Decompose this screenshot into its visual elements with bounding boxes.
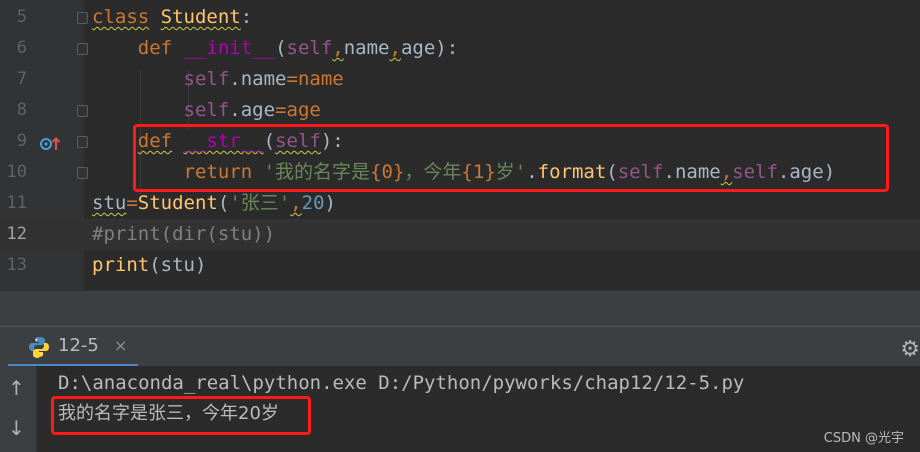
self-ref: self [183, 68, 230, 90]
fold-marker[interactable] [77, 12, 88, 24]
override-method-icon[interactable] [40, 137, 62, 151]
highlight-box-output [51, 396, 311, 435]
param: name [343, 37, 390, 59]
line-number: 12 [6, 224, 27, 244]
line-number: 13 [6, 255, 27, 275]
param: age [400, 37, 436, 59]
equals: = [126, 192, 138, 214]
paren: ): [435, 37, 459, 59]
fold-marker[interactable] [77, 167, 88, 179]
paren: ( [275, 37, 287, 59]
class-name: Student [160, 6, 241, 28]
line-number: 7 [16, 69, 27, 89]
comma: , [389, 37, 401, 59]
close-icon[interactable]: × [114, 336, 127, 355]
self-ref: self [183, 99, 230, 121]
line-number: 6 [16, 38, 27, 58]
run-tool-window-header: 12-5 × ⚙ [0, 326, 920, 367]
attr: .age [229, 99, 276, 121]
console-toolbar: ↑ ↓ [0, 366, 37, 452]
arrow-up-icon[interactable]: ↑ [8, 376, 25, 400]
code-line-13[interactable]: 13 print(stu) [0, 250, 920, 281]
code-line-7[interactable]: 7 self.name=name [0, 64, 920, 95]
arrow-down-icon[interactable]: ↓ [8, 416, 25, 440]
argument: stu [160, 254, 195, 276]
code-editor[interactable]: 5 class Student: 6 def __init__(self,nam… [0, 0, 920, 290]
paren: ( [149, 254, 161, 276]
line-number: 9 [16, 131, 27, 151]
class-call: Student [137, 192, 218, 214]
run-tab-label: 12-5 [58, 335, 99, 356]
builtin-print: print [92, 254, 150, 276]
code-line-6[interactable]: 6 def __init__(self,name,age): [0, 33, 920, 64]
keyword-def: def [137, 37, 173, 59]
keyword-class: class [92, 6, 150, 28]
paren: ) [194, 254, 207, 276]
code-line-5[interactable]: 5 class Student: [0, 2, 920, 33]
method-name: __init__ [183, 37, 276, 59]
value: name [297, 68, 344, 90]
console-command-line: D:\anaconda_real\python.exe D:/Python/py… [58, 372, 745, 394]
attr: .name [229, 68, 287, 90]
value: age [286, 99, 321, 121]
string-literal: '张三' [229, 192, 291, 214]
code-line-11[interactable]: 11 stu=Student('张三',20) [0, 188, 920, 219]
fold-marker[interactable] [77, 43, 88, 55]
fold-marker[interactable] [77, 136, 88, 148]
equals: = [286, 68, 298, 90]
gear-icon[interactable]: ⚙ [900, 337, 920, 362]
panel-divider[interactable] [0, 290, 920, 327]
colon: : [240, 6, 253, 28]
paren: ) [324, 192, 336, 214]
code-line-8[interactable]: 8 self.age=age [0, 95, 920, 126]
line-number: 10 [6, 162, 27, 182]
comma: , [290, 192, 302, 214]
comment: #print(dir(stu)) [92, 223, 276, 245]
line-number: 5 [16, 7, 27, 27]
line-number: 8 [16, 100, 27, 120]
number-literal: 20 [301, 192, 325, 214]
variable: stu [92, 192, 127, 214]
run-console[interactable]: ↑ ↓ D:\anaconda_real\python.exe D:/Pytho… [0, 366, 920, 452]
fold-marker[interactable] [77, 105, 88, 117]
python-icon [29, 337, 49, 358]
watermark: CSDN @光宇 [823, 431, 904, 446]
comma: , [332, 37, 344, 59]
run-tab[interactable]: 12-5 × [8, 327, 138, 367]
line-number: 11 [6, 193, 27, 213]
paren: ( [217, 192, 230, 214]
self-param: self [286, 37, 333, 59]
highlight-box-str-method [133, 124, 889, 192]
code-line-12[interactable]: 12 #print(dir(stu)) [0, 219, 920, 250]
equals: = [275, 99, 287, 121]
